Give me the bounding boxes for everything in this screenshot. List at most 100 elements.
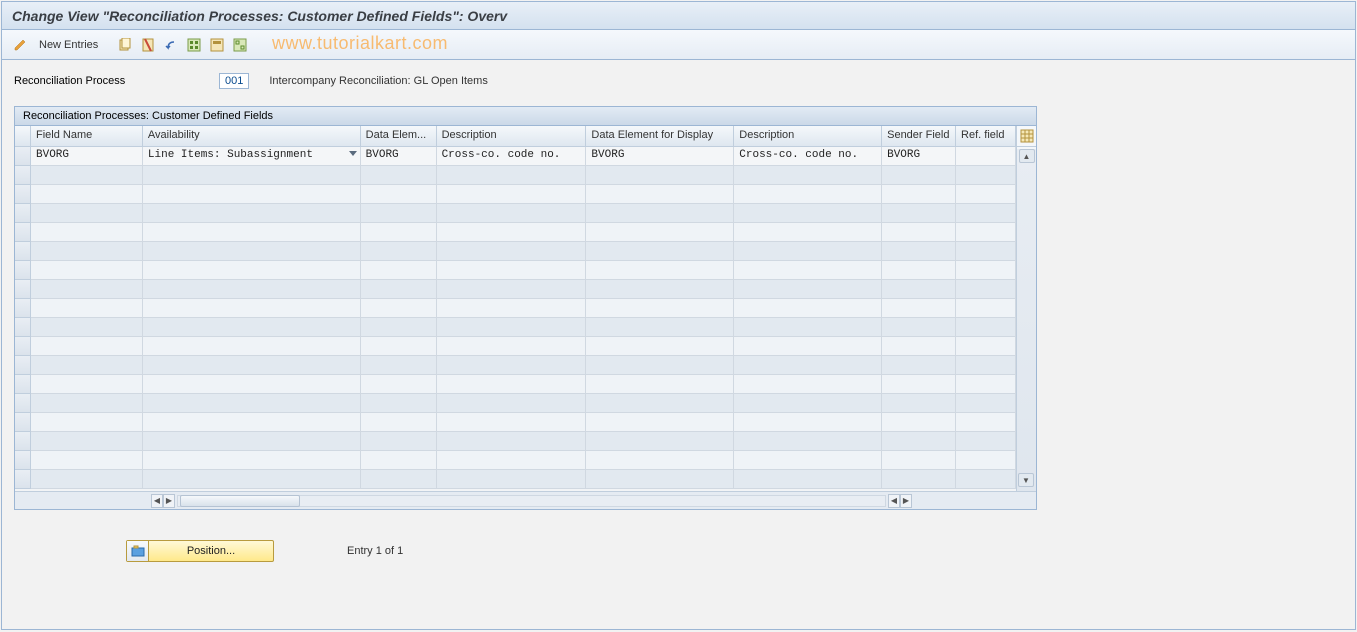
cell-sender[interactable]: BVORG <box>882 147 956 166</box>
table-row-empty[interactable] <box>31 223 1016 242</box>
cell-empty[interactable] <box>956 375 1016 394</box>
cell-empty[interactable] <box>31 451 143 470</box>
select-block-icon[interactable] <box>207 35 227 55</box>
table-row-empty[interactable] <box>31 432 1016 451</box>
cell-empty[interactable] <box>734 356 882 375</box>
table-settings-icon[interactable] <box>1017 126 1036 147</box>
table-row-empty[interactable] <box>31 394 1016 413</box>
cell-empty[interactable] <box>734 261 882 280</box>
cell-empty[interactable] <box>956 299 1016 318</box>
row-selector[interactable] <box>15 394 31 413</box>
cell-empty[interactable] <box>143 470 361 489</box>
cell-empty[interactable] <box>956 185 1016 204</box>
cell-empty[interactable] <box>361 432 437 451</box>
cell-empty[interactable] <box>31 432 143 451</box>
cell-empty[interactable] <box>586 413 734 432</box>
cell-empty[interactable] <box>586 204 734 223</box>
table-row-empty[interactable] <box>31 470 1016 489</box>
delete-icon[interactable] <box>138 35 158 55</box>
row-selector[interactable] <box>15 318 31 337</box>
cell-empty[interactable] <box>361 204 437 223</box>
cell-empty[interactable] <box>437 432 587 451</box>
cell-empty[interactable] <box>31 185 143 204</box>
cell-empty[interactable] <box>734 242 882 261</box>
col-header-data-elem[interactable]: Data Elem... <box>361 126 437 147</box>
cell-empty[interactable] <box>586 394 734 413</box>
toggle-edit-icon[interactable] <box>10 35 30 55</box>
cell-empty[interactable] <box>31 261 143 280</box>
cell-empty[interactable] <box>734 318 882 337</box>
cell-empty[interactable] <box>882 280 956 299</box>
h-scroll-track[interactable] <box>177 495 886 507</box>
row-selector[interactable] <box>15 470 31 489</box>
cell-empty[interactable] <box>734 299 882 318</box>
cell-empty[interactable] <box>586 261 734 280</box>
cell-empty[interactable] <box>734 337 882 356</box>
cell-empty[interactable] <box>361 394 437 413</box>
cell-empty[interactable] <box>734 185 882 204</box>
cell-empty[interactable] <box>31 280 143 299</box>
row-selector[interactable] <box>15 261 31 280</box>
cell-empty[interactable] <box>437 451 587 470</box>
table-row-empty[interactable] <box>31 375 1016 394</box>
row-selector[interactable] <box>15 299 31 318</box>
cell-empty[interactable] <box>882 375 956 394</box>
cell-empty[interactable] <box>882 242 956 261</box>
cell-empty[interactable] <box>361 280 437 299</box>
position-button[interactable]: Position... <box>126 540 274 562</box>
cell-empty[interactable] <box>586 280 734 299</box>
cell-empty[interactable] <box>586 432 734 451</box>
cell-empty[interactable] <box>956 432 1016 451</box>
cell-empty[interactable] <box>586 166 734 185</box>
cell-empty[interactable] <box>882 432 956 451</box>
cell-empty[interactable] <box>734 470 882 489</box>
cell-data_elem[interactable]: BVORG <box>361 147 437 166</box>
cell-empty[interactable] <box>143 185 361 204</box>
cell-empty[interactable] <box>361 470 437 489</box>
table-row-empty[interactable] <box>31 280 1016 299</box>
cell-empty[interactable] <box>361 375 437 394</box>
cell-empty[interactable] <box>586 451 734 470</box>
col-header-description-2[interactable]: Description <box>734 126 882 147</box>
row-selector[interactable] <box>15 280 31 299</box>
row-selector[interactable] <box>15 337 31 356</box>
row-selector[interactable] <box>15 204 31 223</box>
cell-empty[interactable] <box>956 280 1016 299</box>
cell-empty[interactable] <box>143 337 361 356</box>
cell-empty[interactable] <box>143 299 361 318</box>
cell-desc1[interactable]: Cross-co. code no. <box>437 147 587 166</box>
table-row-empty[interactable] <box>31 451 1016 470</box>
cell-empty[interactable] <box>437 185 587 204</box>
cell-empty[interactable] <box>361 166 437 185</box>
cell-empty[interactable] <box>143 223 361 242</box>
cell-empty[interactable] <box>361 337 437 356</box>
cell-empty[interactable] <box>882 299 956 318</box>
cell-empty[interactable] <box>882 394 956 413</box>
cell-empty[interactable] <box>31 413 143 432</box>
cell-empty[interactable] <box>882 413 956 432</box>
cell-empty[interactable] <box>882 185 956 204</box>
cell-empty[interactable] <box>956 204 1016 223</box>
table-row-empty[interactable] <box>31 318 1016 337</box>
cell-empty[interactable] <box>437 242 587 261</box>
row-selector[interactable] <box>15 223 31 242</box>
cell-empty[interactable] <box>361 185 437 204</box>
cell-empty[interactable] <box>361 451 437 470</box>
cell-empty[interactable] <box>586 185 734 204</box>
cell-empty[interactable] <box>143 413 361 432</box>
cell-empty[interactable] <box>734 204 882 223</box>
cell-empty[interactable] <box>734 394 882 413</box>
cell-empty[interactable] <box>956 318 1016 337</box>
deselect-all-icon[interactable] <box>230 35 250 55</box>
cell-empty[interactable] <box>734 280 882 299</box>
cell-empty[interactable] <box>31 470 143 489</box>
row-selector[interactable] <box>15 413 31 432</box>
vertical-scrollbar[interactable]: ▲ ▼ <box>1017 149 1036 491</box>
cell-empty[interactable] <box>31 337 143 356</box>
cell-empty[interactable] <box>734 432 882 451</box>
cell-empty[interactable] <box>437 394 587 413</box>
scroll-left-icon-2[interactable]: ▶ <box>163 494 175 508</box>
cell-ref[interactable] <box>956 147 1016 166</box>
table-row[interactable]: BVORGLine Items: SubassignmentBVORGCross… <box>31 147 1016 166</box>
cell-empty[interactable] <box>586 356 734 375</box>
